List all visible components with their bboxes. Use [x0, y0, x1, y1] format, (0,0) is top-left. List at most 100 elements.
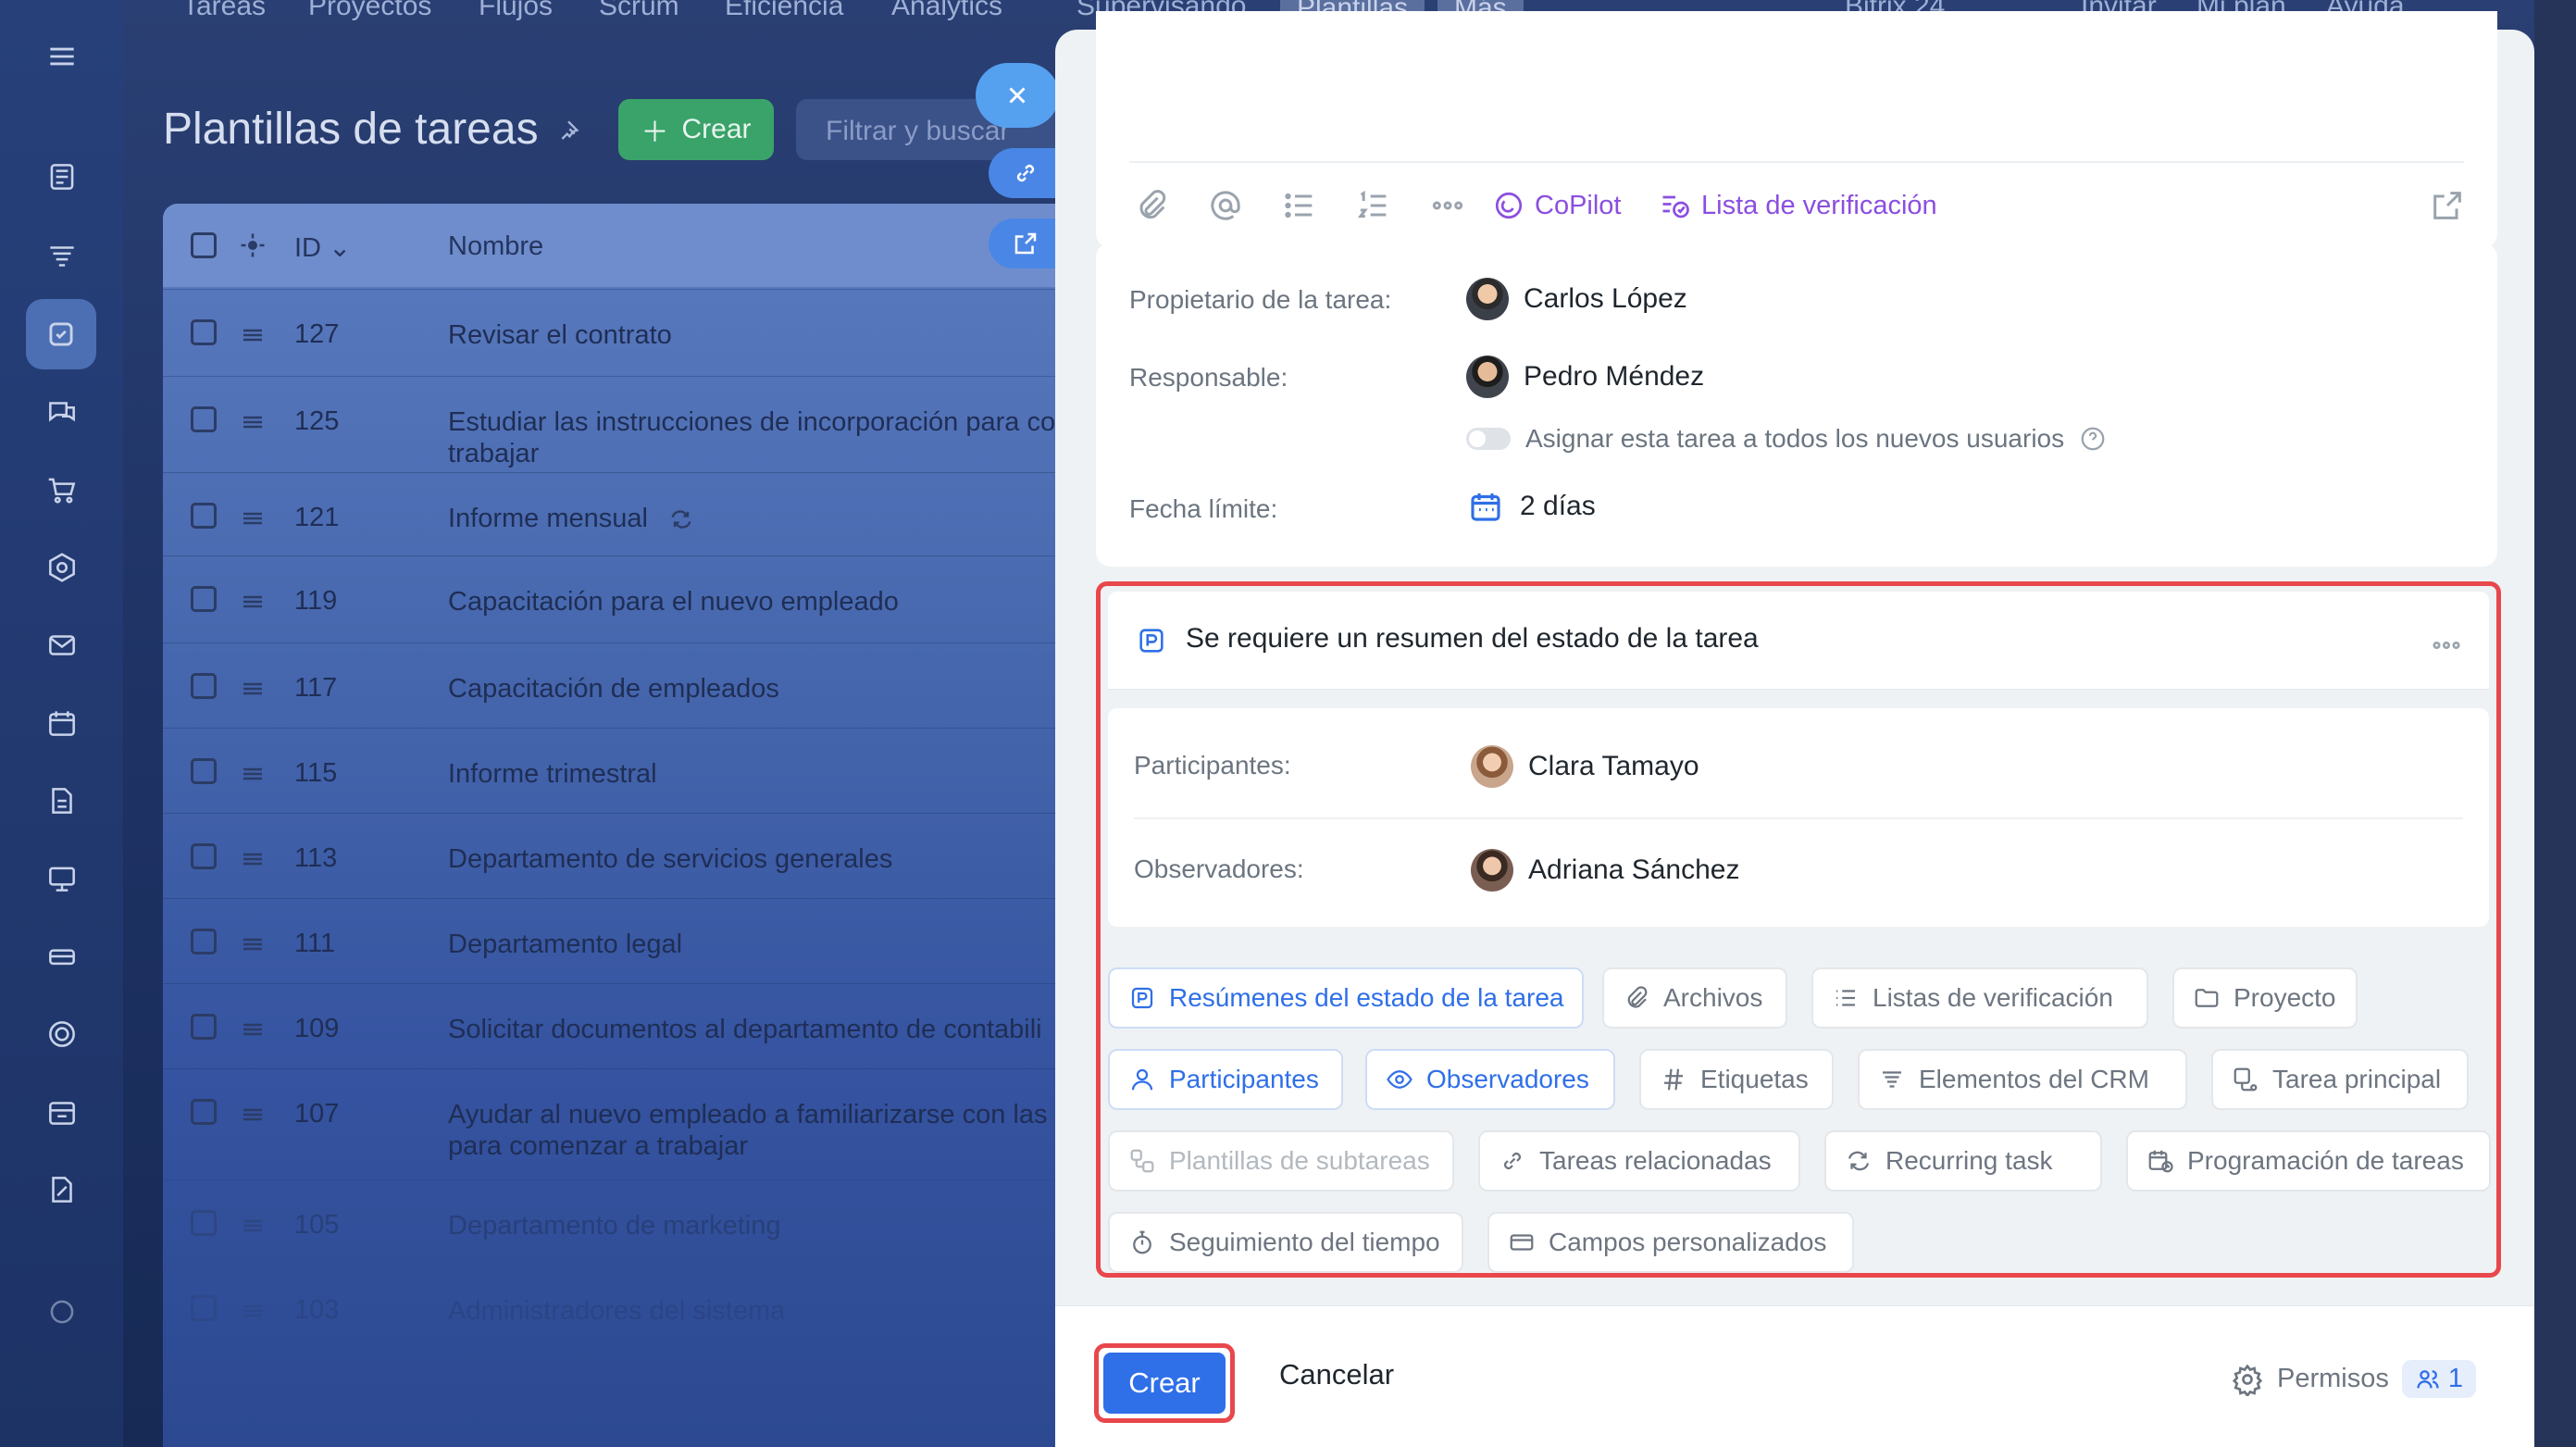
bullet-list-icon[interactable] [1281, 187, 1318, 224]
row-checkbox[interactable] [191, 673, 217, 699]
chip-proyecto[interactable]: Proyecto [2172, 967, 2358, 1029]
permissions-button[interactable]: Permisos 1 [2231, 1360, 2476, 1398]
deadline-value[interactable]: 2 días [1466, 487, 1596, 526]
observer-value[interactable]: Adriana Sánchez [1471, 849, 1740, 892]
drag-handle-icon[interactable] [239, 760, 267, 788]
row-name[interactable]: Solicitar documentos al departamento de … [448, 1014, 1087, 1045]
pin-icon[interactable] [557, 117, 587, 146]
drag-handle-icon[interactable] [239, 1016, 267, 1043]
table-row[interactable]: 109 Solicitar documentos al departamento … [163, 983, 1089, 1068]
row-checkbox[interactable] [191, 586, 217, 612]
chip-participantes[interactable]: Participantes [1108, 1049, 1343, 1110]
target-icon[interactable] [37, 1009, 87, 1059]
row-name[interactable]: Capacitación de empleados [448, 673, 1087, 705]
more-icon[interactable] [2430, 629, 2463, 662]
row-checkbox[interactable] [191, 406, 217, 432]
sign-icon[interactable] [37, 1165, 87, 1215]
funnel-icon[interactable] [37, 231, 87, 281]
drag-handle-icon[interactable] [239, 675, 267, 703]
nav-item-analytics[interactable]: Analytics [891, 0, 1002, 22]
table-row[interactable]: 119 Capacitación para el nuevo empleado [163, 555, 1089, 641]
row-name[interactable]: Departamento de servicios generales [448, 843, 1087, 875]
menu-icon[interactable] [37, 31, 87, 81]
mail-icon[interactable] [37, 620, 87, 670]
chip-plantillas-de-subtareas[interactable]: Plantillas de subtareas [1108, 1130, 1454, 1191]
checklist-button[interactable]: Lista de verificación [1659, 189, 1937, 222]
drag-handle-icon[interactable] [239, 321, 267, 349]
column-name[interactable]: Nombre [448, 231, 543, 262]
row-name[interactable]: Administradores del sistema [448, 1295, 1087, 1327]
row-checkbox[interactable] [191, 1210, 217, 1236]
help-icon[interactable] [2079, 425, 2107, 453]
select-all-checkbox[interactable] [191, 232, 217, 258]
row-checkbox[interactable] [191, 929, 217, 954]
row-name[interactable]: Estudiar las instrucciones de incorporac… [448, 406, 1087, 469]
open-new-window-button[interactable] [989, 218, 1063, 268]
owner-value[interactable]: Carlos López [1466, 278, 1687, 320]
row-checkbox[interactable] [191, 1014, 217, 1040]
drive-icon[interactable] [37, 931, 87, 981]
close-slider-button[interactable] [976, 63, 1059, 128]
nav-item-tareas[interactable]: Tareas [182, 0, 266, 22]
chip-recurring-task[interactable]: Recurring task [1824, 1130, 2102, 1191]
hexagon-icon[interactable] [37, 543, 87, 593]
create-button[interactable]: Crear [1103, 1353, 1226, 1414]
drag-handle-icon[interactable] [239, 1212, 267, 1240]
row-checkbox[interactable] [191, 1099, 217, 1125]
chip-archivos[interactable]: Archivos [1602, 967, 1787, 1029]
table-row[interactable]: 117 Capacitación de empleados [163, 642, 1089, 728]
chip-etiquetas[interactable]: Etiquetas [1639, 1049, 1834, 1110]
nav-item-flujos[interactable]: Flujos [479, 0, 553, 22]
feed-icon[interactable] [37, 152, 87, 202]
presentation-icon[interactable] [37, 854, 87, 904]
cancel-button[interactable]: Cancelar [1279, 1358, 1394, 1391]
cart-icon[interactable] [37, 465, 87, 515]
table-row[interactable]: 125 Estudiar las instrucciones de incorpo… [163, 376, 1089, 468]
mention-icon[interactable] [1207, 187, 1244, 224]
chip-listas-de-verificacion[interactable]: Listas de verificación [1811, 967, 2148, 1029]
table-row[interactable]: 107 Ayudar al nuevo empleado a familiariz… [163, 1068, 1089, 1161]
drag-handle-icon[interactable] [239, 408, 267, 436]
nav-item-eficiencia[interactable]: Eficiencia [725, 0, 843, 22]
drag-handle-icon[interactable] [239, 505, 267, 532]
chip-programacion-de-tareas[interactable]: Programación de tareas [2126, 1130, 2491, 1191]
chip-seguimiento-del-tiempo[interactable]: Seguimiento del tiempo [1108, 1212, 1463, 1273]
row-name[interactable]: Informe mensual [448, 503, 1087, 534]
more-icon[interactable] [1429, 187, 1466, 224]
schedule-icon[interactable] [37, 1087, 87, 1137]
table-row[interactable]: 115 Informe trimestral [163, 728, 1089, 813]
row-name[interactable]: Informe trimestral [448, 758, 1087, 790]
chat-icon[interactable] [37, 387, 87, 437]
table-row[interactable]: 105 Departamento de marketing [163, 1179, 1089, 1265]
row-name[interactable]: Ayudar al nuevo empleado a familiarizars… [448, 1099, 1087, 1162]
drag-handle-icon[interactable] [239, 930, 267, 958]
nav-item-proyectos[interactable]: Proyectos [308, 0, 431, 22]
chip-resumenes-del-estado-de-la-tarea[interactable]: Resúmenes del estado de la tarea [1108, 967, 1584, 1029]
numbered-list-icon[interactable] [1355, 187, 1392, 224]
row-checkbox[interactable] [191, 1295, 217, 1321]
assign-all-toggle[interactable] [1466, 428, 1511, 450]
drag-handle-icon[interactable] [239, 1297, 267, 1325]
table-row[interactable]: 127 Revisar el contrato [163, 289, 1089, 374]
drag-handle-icon[interactable] [239, 845, 267, 873]
drag-handle-icon[interactable] [239, 588, 267, 616]
table-row[interactable]: 113 Departamento de servicios generales [163, 813, 1089, 898]
row-checkbox[interactable] [191, 758, 217, 784]
row-name[interactable]: Capacitación para el nuevo empleado [448, 586, 1087, 617]
paperclip-icon[interactable] [1133, 187, 1170, 224]
row-checkbox[interactable] [191, 843, 217, 869]
tasks-icon[interactable] [26, 299, 96, 369]
gear-icon[interactable] [239, 231, 267, 259]
row-checkbox[interactable] [191, 503, 217, 529]
copy-link-button[interactable] [989, 148, 1063, 198]
chip-elementos-del-crm[interactable]: Elementos del CRM [1858, 1049, 2187, 1110]
responsible-value[interactable]: Pedro Méndez [1466, 356, 1704, 398]
create-template-button[interactable]: ＋ Crear [618, 99, 774, 160]
table-row[interactable]: 121 Informe mensual [163, 472, 1089, 557]
settings-icon[interactable] [37, 1287, 87, 1337]
row-name[interactable]: Revisar el contrato [448, 319, 1087, 351]
copilot-button[interactable]: CoPilot [1492, 189, 1622, 222]
calendar-icon[interactable] [37, 698, 87, 748]
row-name[interactable]: Departamento de marketing [448, 1210, 1087, 1241]
row-checkbox[interactable] [191, 319, 217, 345]
